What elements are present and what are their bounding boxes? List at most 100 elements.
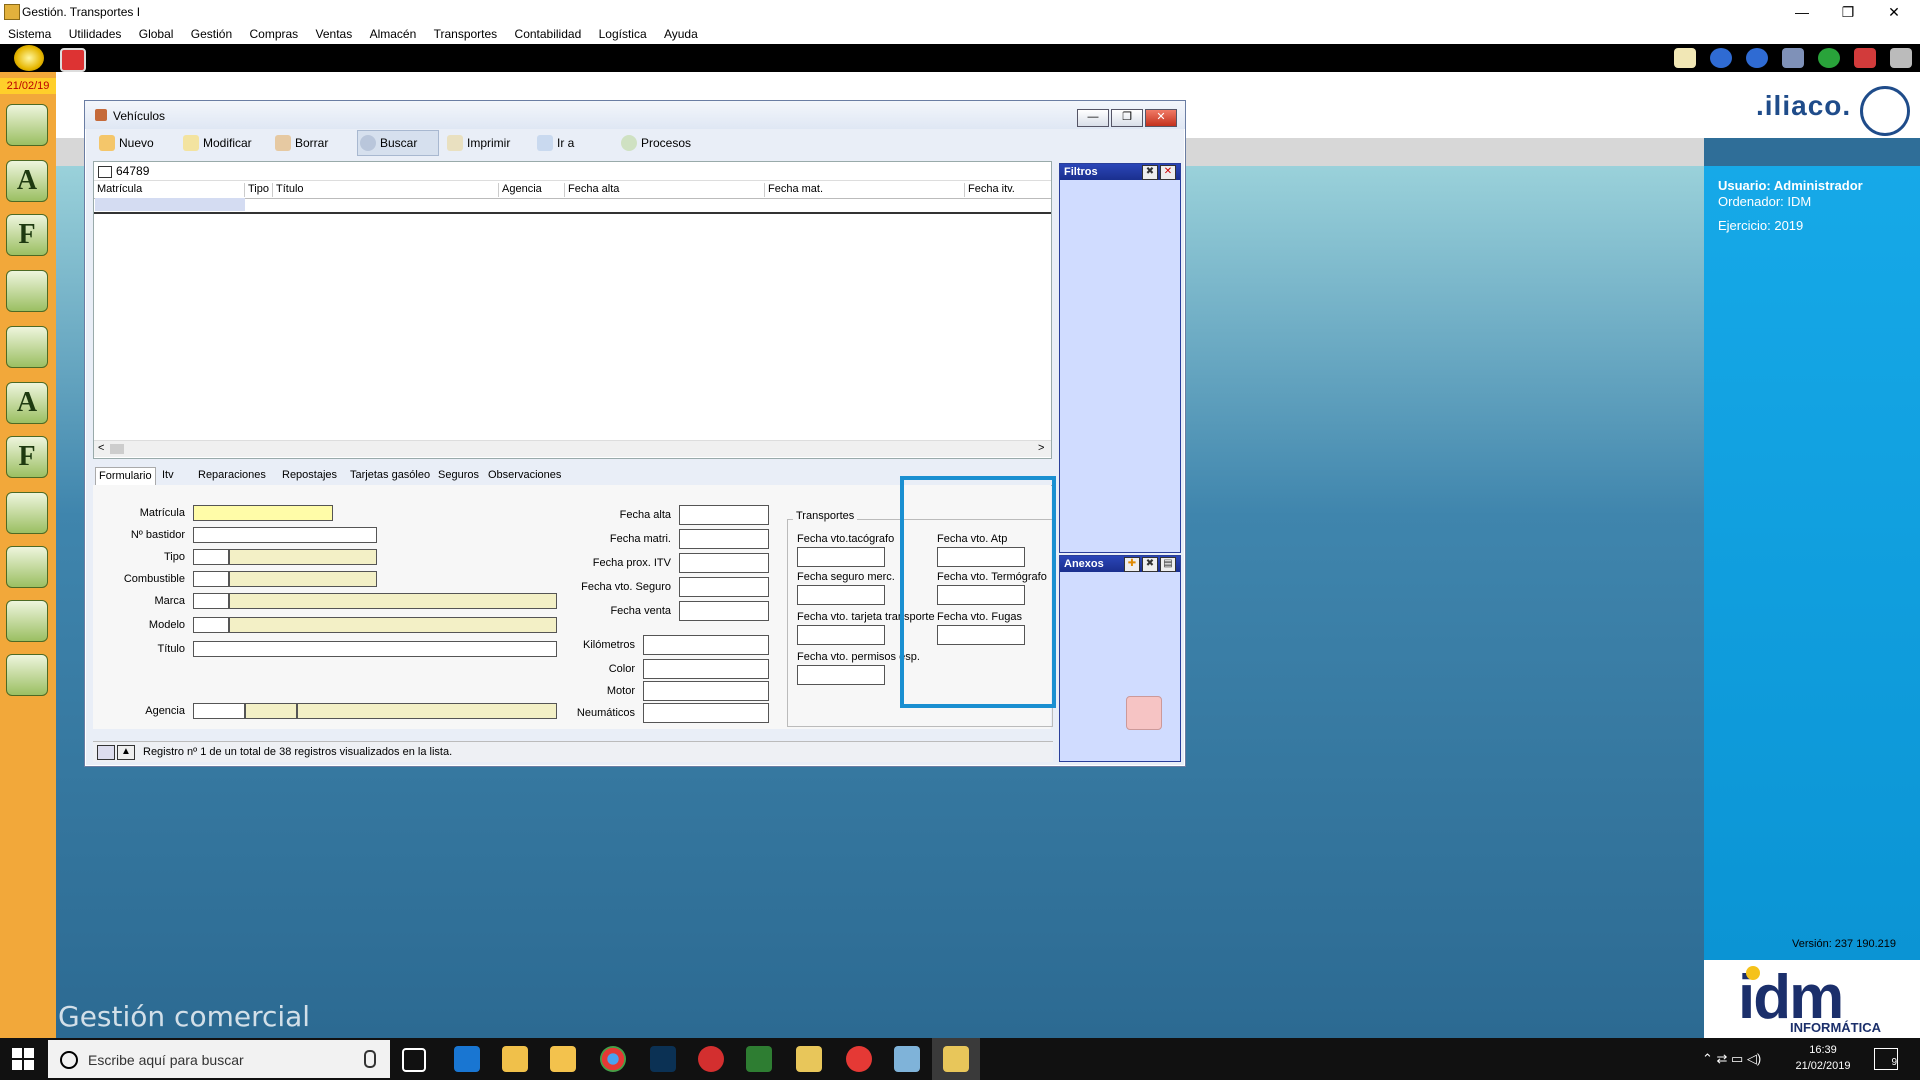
neumaticos-field[interactable] (643, 703, 769, 723)
gestion-app-icon[interactable] (796, 1046, 822, 1072)
tab-observaciones[interactable]: Observaciones (485, 469, 564, 481)
menu-compras[interactable]: Compras (249, 27, 298, 41)
forward-arrow-icon[interactable] (1746, 48, 1768, 68)
users-icon[interactable] (6, 104, 48, 146)
tab-itv[interactable]: Itv (159, 469, 177, 481)
taskbar-clock[interactable]: 16:39 21/02/2019 (1790, 1042, 1856, 1074)
taskbar-search[interactable]: Escribe aquí para buscar (48, 1040, 390, 1078)
borrar-button[interactable]: Borrar (273, 131, 328, 155)
seguro-merc-field[interactable] (797, 585, 885, 605)
procesos-button[interactable]: Procesos (619, 131, 691, 155)
chrome-icon[interactable] (600, 1046, 626, 1072)
modificar-button[interactable]: Modificar (181, 131, 252, 155)
windows-start-icon[interactable] (12, 1048, 34, 1070)
tab-repostajes[interactable]: Repostajes (279, 469, 340, 481)
vehiculos-minimize-button[interactable]: — (1077, 109, 1109, 127)
col-agencia[interactable]: Agencia (498, 183, 542, 197)
horizontal-scrollbar[interactable]: < > (94, 440, 1051, 457)
anexos-add-icon[interactable]: ✚ (1124, 557, 1140, 572)
help-icon[interactable] (1818, 48, 1840, 68)
status-up-icon[interactable]: ▲ (117, 745, 135, 760)
letter-a-icon-2[interactable]: A (6, 382, 48, 424)
tab-tarjetas-gasoleo[interactable]: Tarjetas gasóleo (347, 469, 433, 481)
permisos-esp-field[interactable] (797, 665, 885, 685)
matricula-field[interactable] (193, 505, 333, 521)
menu-global[interactable]: Global (139, 27, 174, 41)
close-button[interactable]: ✕ (1874, 2, 1914, 22)
nuevo-button[interactable]: Nuevo (97, 131, 154, 155)
menu-utilidades[interactable]: Utilidades (69, 27, 122, 41)
col-matricula[interactable]: Matrícula (94, 183, 142, 197)
table-row[interactable] (94, 198, 1051, 214)
menu-logistica[interactable]: Logística (599, 27, 647, 41)
letter-f-icon[interactable]: F (6, 214, 48, 256)
notes-app-icon[interactable] (894, 1046, 920, 1072)
fecha-itv-field[interactable] (679, 553, 769, 573)
menu-transportes[interactable]: Transportes (434, 27, 498, 41)
tab-reparaciones[interactable]: Reparaciones (195, 469, 269, 481)
col-fecha-alta[interactable]: Fecha alta (564, 183, 619, 197)
tab-formulario[interactable]: Formulario (95, 467, 156, 485)
buscar-button[interactable]: Buscar (357, 130, 439, 156)
col-fecha-itv[interactable]: Fecha itv. (964, 183, 1015, 197)
tacografo-field[interactable] (797, 547, 885, 567)
dx-app-icon[interactable] (698, 1046, 724, 1072)
box-icon[interactable] (6, 326, 48, 368)
col-fecha-mat[interactable]: Fecha mat. (764, 183, 823, 197)
tab-seguros[interactable]: Seguros (435, 469, 482, 481)
bastidor-field[interactable] (193, 527, 377, 543)
vehiculos-maximize-button[interactable]: ❐ (1111, 109, 1143, 127)
titulo-field[interactable] (193, 641, 557, 657)
fecha-matri-field[interactable] (679, 529, 769, 549)
window-list-icon[interactable] (1782, 48, 1804, 68)
menu-almacen[interactable]: Almacén (370, 27, 417, 41)
agencia-code-field[interactable] (193, 703, 245, 719)
marca-code-field[interactable] (193, 593, 229, 609)
letter-a-icon[interactable]: A (6, 160, 48, 202)
letter-f-icon-2[interactable]: F (6, 436, 48, 478)
minimize-button[interactable]: — (1782, 2, 1822, 22)
fecha-venta-field[interactable] (679, 601, 769, 621)
menu-sistema[interactable]: Sistema (8, 27, 51, 41)
status-folder-icon[interactable] (97, 745, 115, 760)
mail-app-icon[interactable] (502, 1046, 528, 1072)
col-titulo[interactable]: Título (272, 183, 304, 197)
notifications-icon[interactable]: 9 (1874, 1048, 1898, 1070)
maximize-button[interactable]: ❐ (1828, 2, 1868, 22)
combustible-code-field[interactable] (193, 571, 229, 587)
menu-contabilidad[interactable]: Contabilidad (515, 27, 582, 41)
modelo-code-field[interactable] (193, 617, 229, 633)
menu-gestion[interactable]: Gestión (191, 27, 232, 41)
vehiculos-close-button[interactable]: ✕ (1145, 109, 1177, 127)
scroll-left-arrow[interactable]: < (98, 442, 104, 454)
motor-field[interactable] (643, 681, 769, 701)
col-tipo[interactable]: Tipo (244, 183, 269, 197)
fecha-seguro-field[interactable] (679, 577, 769, 597)
task-view-icon[interactable] (402, 1048, 426, 1072)
imprimir-button[interactable]: Imprimir (445, 131, 510, 155)
color-field[interactable] (643, 659, 769, 679)
close-window-icon[interactable] (1854, 48, 1876, 68)
filtros-close-icon[interactable]: ✕ (1160, 165, 1176, 180)
spreadsheet-app-icon[interactable] (746, 1046, 772, 1072)
mail-icon[interactable] (1674, 48, 1696, 68)
scroll-thumb[interactable] (110, 444, 124, 454)
filtros-clear-icon[interactable]: ✖ (1142, 165, 1158, 180)
red-app-icon[interactable] (846, 1046, 872, 1072)
microphone-icon[interactable] (364, 1050, 376, 1068)
bag-icon[interactable] (6, 492, 48, 534)
ir-a-button[interactable]: Ir a (535, 131, 574, 155)
report-icon[interactable] (6, 654, 48, 696)
gear-icon[interactable] (6, 270, 48, 312)
tarjeta-transporte-field[interactable] (797, 625, 885, 645)
scroll-right-arrow[interactable]: > (1038, 442, 1044, 454)
list-icon[interactable] (6, 600, 48, 642)
exit-icon[interactable] (1890, 48, 1912, 68)
system-tray-icons[interactable]: ⌃ ⇄ ▭ ◁) (1702, 1051, 1761, 1067)
menu-ayuda[interactable]: Ayuda (664, 27, 698, 41)
edge-icon[interactable] (454, 1046, 480, 1072)
kilometros-field[interactable] (643, 635, 769, 655)
file-explorer-icon[interactable] (550, 1046, 576, 1072)
photoshop-icon[interactable] (650, 1046, 676, 1072)
back-arrow-icon[interactable] (1710, 48, 1732, 68)
